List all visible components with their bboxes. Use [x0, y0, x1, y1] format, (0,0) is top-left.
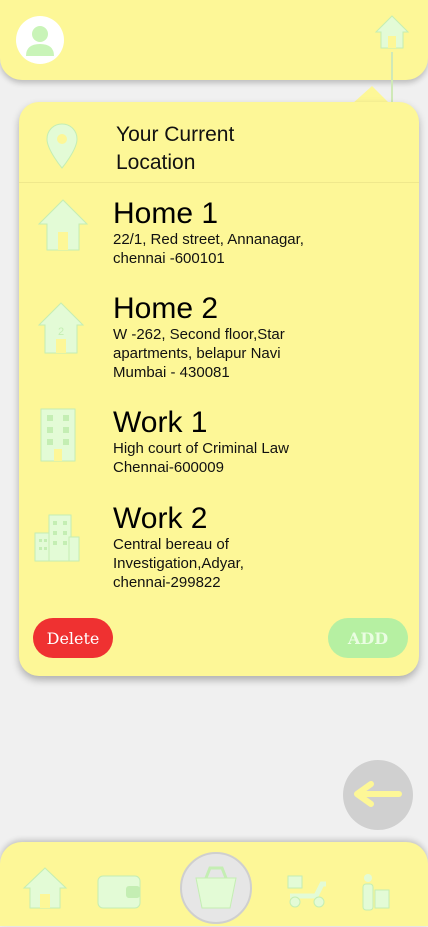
city-buildings-icon: [34, 514, 80, 562]
home-icon[interactable]: [22, 866, 68, 910]
top-bar: [0, 0, 428, 80]
arrow-left-icon: [354, 781, 402, 807]
location-title: Home 2: [113, 292, 219, 325]
delete-button[interactable]: Delete: [33, 618, 113, 658]
basket-icon: [195, 866, 237, 909]
location-address: 22/1, Red street, Annanagar, chennai -60…: [113, 231, 304, 267]
add-button[interactable]: ADD: [328, 618, 408, 658]
saved-locations-card: Your Current Location Home 1 22/1, Red s…: [19, 102, 419, 676]
location-address: High court of Criminal Law Chennai-60000…: [113, 440, 289, 476]
location-item-work-1[interactable]: Work 1 High court of Criminal Law Chenna…: [19, 407, 419, 477]
home-2-icon: 2: [37, 302, 85, 354]
map-pin-icon: [46, 123, 78, 169]
location-title: Work 1: [113, 406, 208, 439]
svg-text:2: 2: [58, 326, 64, 338]
user-avatar-icon[interactable]: [16, 16, 64, 64]
basket-button[interactable]: [180, 852, 252, 924]
back-button[interactable]: [343, 760, 413, 830]
office-building-icon: [40, 408, 76, 462]
home-icon: [37, 199, 89, 251]
delivery-scooter-icon[interactable]: [286, 872, 328, 910]
location-title: Home 1: [113, 197, 219, 230]
connector-line: [391, 52, 393, 104]
delivery-person-icon[interactable]: [358, 872, 392, 912]
current-location-label: Your Current Location: [116, 123, 235, 174]
location-address: W -262, Second floor,Star apartments, be…: [113, 326, 285, 381]
home-icon[interactable]: [374, 14, 410, 50]
location-item-home-2[interactable]: 2 Home 2 W -262, Second floor,Star apart…: [19, 293, 419, 383]
location-address: Central bereau of Investigation,Adyar, c…: [113, 536, 244, 591]
location-item-work-2[interactable]: Work 2 Central bereau of Investigation,A…: [19, 503, 419, 593]
location-item-home-1[interactable]: Home 1 22/1, Red street, Annanagar, chen…: [19, 198, 419, 278]
wallet-icon[interactable]: [96, 872, 142, 910]
current-location-row[interactable]: Your Current Location: [19, 102, 419, 183]
location-title: Work 2: [113, 502, 208, 535]
